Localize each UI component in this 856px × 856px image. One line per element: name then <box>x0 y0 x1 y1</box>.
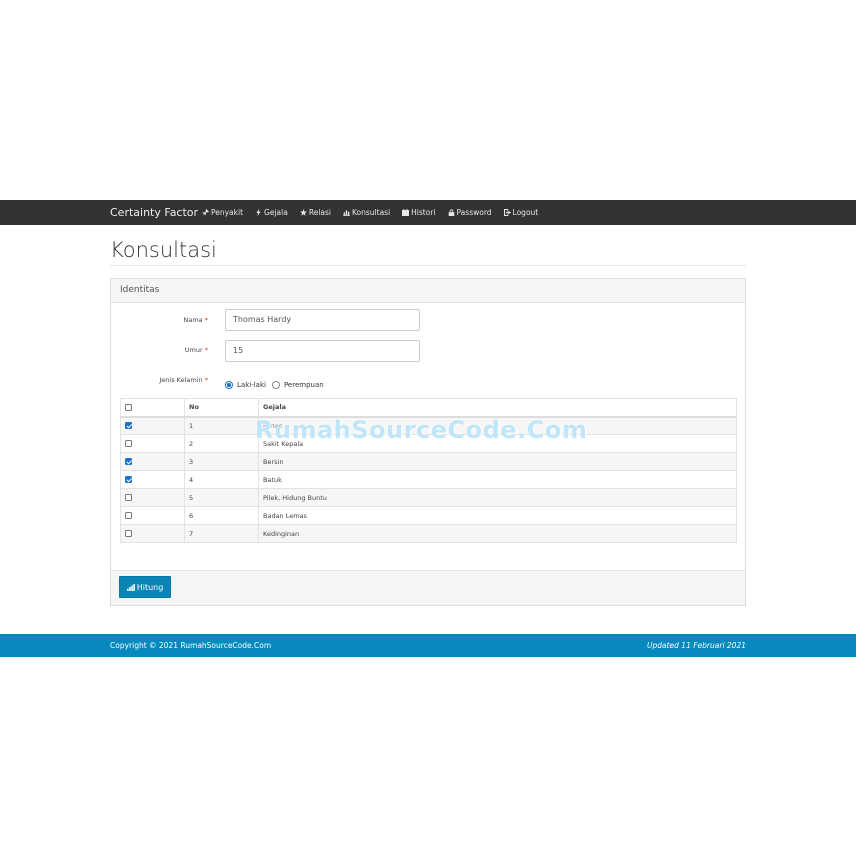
page-footer: Copyright © 2021 RumahSourceCode.Com Upd… <box>0 634 856 657</box>
select-all-checkbox[interactable] <box>125 403 132 411</box>
no-cell: 2 <box>184 434 259 453</box>
table-row: 7 Kedinginan <box>120 524 737 543</box>
nav-item-password[interactable]: Password <box>448 200 492 225</box>
gejala-cell: Sakit Kepala <box>258 434 737 453</box>
checkbox-cell <box>120 416 185 435</box>
nav-item-gejala[interactable]: Gejala <box>255 200 288 225</box>
gejala-checkbox[interactable] <box>125 440 132 447</box>
umur-input[interactable]: 15 <box>225 340 420 362</box>
required-mark: * <box>204 316 208 324</box>
no-cell: 7 <box>184 524 259 543</box>
stats-icon <box>126 583 135 591</box>
checkbox-cell <box>120 470 185 489</box>
table-row: 5 Pilek, Hidung Buntu <box>120 488 737 507</box>
navbar-menu: Penyakit Gejala Relasi Konsultasi Histor… <box>202 200 550 225</box>
table-header-row: No Gejala <box>120 398 737 418</box>
jenis-kelamin-label: Jenis Kelamin * <box>159 376 208 384</box>
table-row: 4 Batuk <box>120 470 737 489</box>
no-cell: 1 <box>184 416 259 435</box>
hitung-button[interactable]: Hitung <box>119 576 171 598</box>
star-icon <box>299 209 307 216</box>
table-row: 2 Sakit Kepala <box>120 434 737 453</box>
gejala-cell: Pilek, Hidung Buntu <box>258 488 737 507</box>
no-cell: 4 <box>184 470 259 489</box>
lock-icon <box>448 209 455 216</box>
calendar-icon <box>402 209 410 216</box>
no-cell: 3 <box>184 452 259 471</box>
required-mark: * <box>204 376 208 384</box>
nav-item-label: Relasi <box>308 208 331 217</box>
nav-item-logout[interactable]: Logout <box>503 200 539 225</box>
select-all-cell <box>120 398 185 418</box>
gejala-cell: Badan Lemas <box>258 506 737 525</box>
page-title: Konsultasi <box>110 234 746 266</box>
footer-copyright: Copyright © 2021 RumahSourceCode.Com <box>110 641 272 650</box>
nav-item-label: Password <box>456 208 492 217</box>
navbar-brand[interactable]: Certainty Factor <box>110 200 198 225</box>
nav-item-label: Konsultasi <box>352 208 391 217</box>
hitung-label: Hitung <box>136 582 164 592</box>
checkbox-cell <box>120 488 185 507</box>
checkbox-cell <box>120 506 185 525</box>
gejala-checkbox[interactable] <box>125 458 132 465</box>
radio-perempuan[interactable] <box>271 381 280 389</box>
header-no: No <box>184 398 259 418</box>
nav-item-relasi[interactable]: Relasi <box>299 200 331 225</box>
identitas-panel: Identitas Nama * Thomas Hardy Umur * 15 … <box>110 278 746 606</box>
gender-radio-group: Laki-laki Perempuan <box>225 379 330 391</box>
panel-heading: Identitas <box>111 279 745 303</box>
gejala-cell: Batuk <box>258 470 737 489</box>
umur-label: Umur * <box>184 346 208 354</box>
nama-input[interactable]: Thomas Hardy <box>225 309 420 331</box>
nav-item-label: Gejala <box>264 208 288 217</box>
gejala-cell: Bersin <box>258 452 737 471</box>
nama-label: Nama * <box>183 316 209 324</box>
nav-item-label: Logout <box>512 208 539 217</box>
checkbox-cell <box>120 452 185 471</box>
nav-item-konsultasi[interactable]: Konsultasi <box>343 200 390 225</box>
checkbox-cell <box>120 524 185 543</box>
table-row: 1 Panas <box>120 416 737 435</box>
top-navbar: Certainty Factor Penyakit Gejala Relasi … <box>0 200 856 225</box>
radio-label: Perempuan <box>283 381 324 389</box>
logout-icon <box>503 209 511 216</box>
gejala-cell: Panas <box>258 416 737 435</box>
radio-label: Laki-laki <box>237 381 266 389</box>
checkbox-cell <box>120 434 185 453</box>
gejala-checkbox[interactable] <box>125 422 132 430</box>
nav-item-penyakit[interactable]: Penyakit <box>202 200 243 225</box>
gejala-cell: Kedinginan <box>258 524 737 543</box>
gejala-checkbox[interactable] <box>125 494 132 501</box>
table-row: 3 Bersin <box>120 452 737 471</box>
header-gejala: Gejala <box>258 398 737 418</box>
nav-item-histori[interactable]: Histori <box>402 200 436 225</box>
nav-item-label: Histori <box>411 208 436 217</box>
gejala-checkbox[interactable] <box>125 530 132 537</box>
stats-icon <box>343 209 350 216</box>
no-cell: 6 <box>184 506 259 525</box>
required-mark: * <box>204 346 208 354</box>
footer-updated: Updated 11 Februari 2021 <box>647 641 746 650</box>
nav-item-label: Penyakit <box>211 208 244 217</box>
flash-icon <box>255 209 262 216</box>
panel-footer: Hitung <box>111 570 745 605</box>
gejala-table: No Gejala 1 Panas 2 Sakit Kepala 3 Bersin 4 Bat… <box>120 398 737 543</box>
no-cell: 5 <box>184 488 259 507</box>
radio-laki-laki[interactable] <box>225 381 233 389</box>
gejala-checkbox[interactable] <box>125 512 132 519</box>
pushpin-icon <box>202 209 209 216</box>
table-row: 6 Badan Lemas <box>120 506 737 525</box>
gejala-checkbox[interactable] <box>125 476 132 483</box>
